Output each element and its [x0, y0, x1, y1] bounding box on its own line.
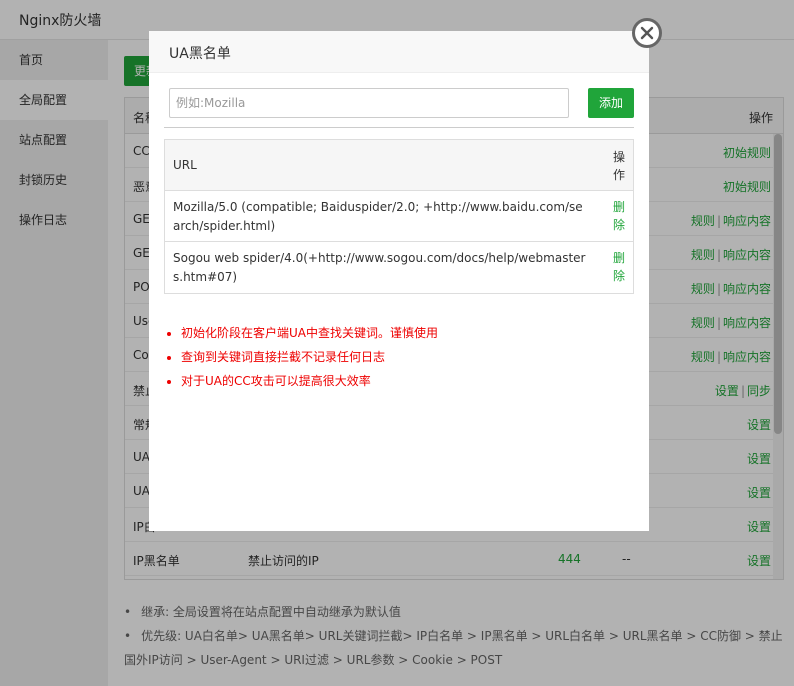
bullet-dot — [167, 355, 171, 360]
column-header-op: 操作 — [613, 150, 626, 182]
ua-table-header: URL 操作 — [165, 140, 633, 191]
close-x-glyph — [640, 26, 654, 40]
tip-item: 初始化阶段在客户端UA中查找关键词。谨慎使用 — [167, 321, 438, 345]
ua-url-cell: Sogou web spider/4.0(+http://www.sogou.c… — [173, 251, 586, 284]
modal-title: UA黑名单 — [149, 31, 649, 73]
ua-table-row: Sogou web spider/4.0(+http://www.sogou.c… — [165, 242, 633, 293]
ua-url-cell: Mozilla/5.0 (compatible; Baiduspider/2.0… — [173, 200, 583, 233]
ua-table-row: Mozilla/5.0 (compatible; Baiduspider/2.0… — [165, 191, 633, 242]
tips-list: 初始化阶段在客户端UA中查找关键词。谨慎使用 查询到关键词直接拦截不记录任何日志… — [167, 321, 438, 393]
ua-table: URL 操作 Mozilla/5.0 (compatible; Baiduspi… — [164, 139, 634, 294]
divider — [164, 127, 634, 128]
bullet-dot — [167, 331, 171, 336]
close-icon[interactable] — [632, 18, 662, 48]
bullet-dot — [167, 379, 171, 384]
ua-keyword-input[interactable] — [169, 88, 569, 118]
tip-item: 查询到关键词直接拦截不记录任何日志 — [167, 345, 438, 369]
tip-item: 对于UA的CC攻击可以提高很大效率 — [167, 369, 438, 393]
ua-blacklist-modal: UA黑名单 添加 URL 操作 Mozilla/5.0 (compatible;… — [149, 31, 649, 531]
add-button[interactable]: 添加 — [588, 88, 634, 118]
column-header-url: URL — [173, 158, 197, 172]
delete-link[interactable]: 删除 — [613, 198, 625, 234]
delete-link[interactable]: 删除 — [613, 249, 625, 285]
